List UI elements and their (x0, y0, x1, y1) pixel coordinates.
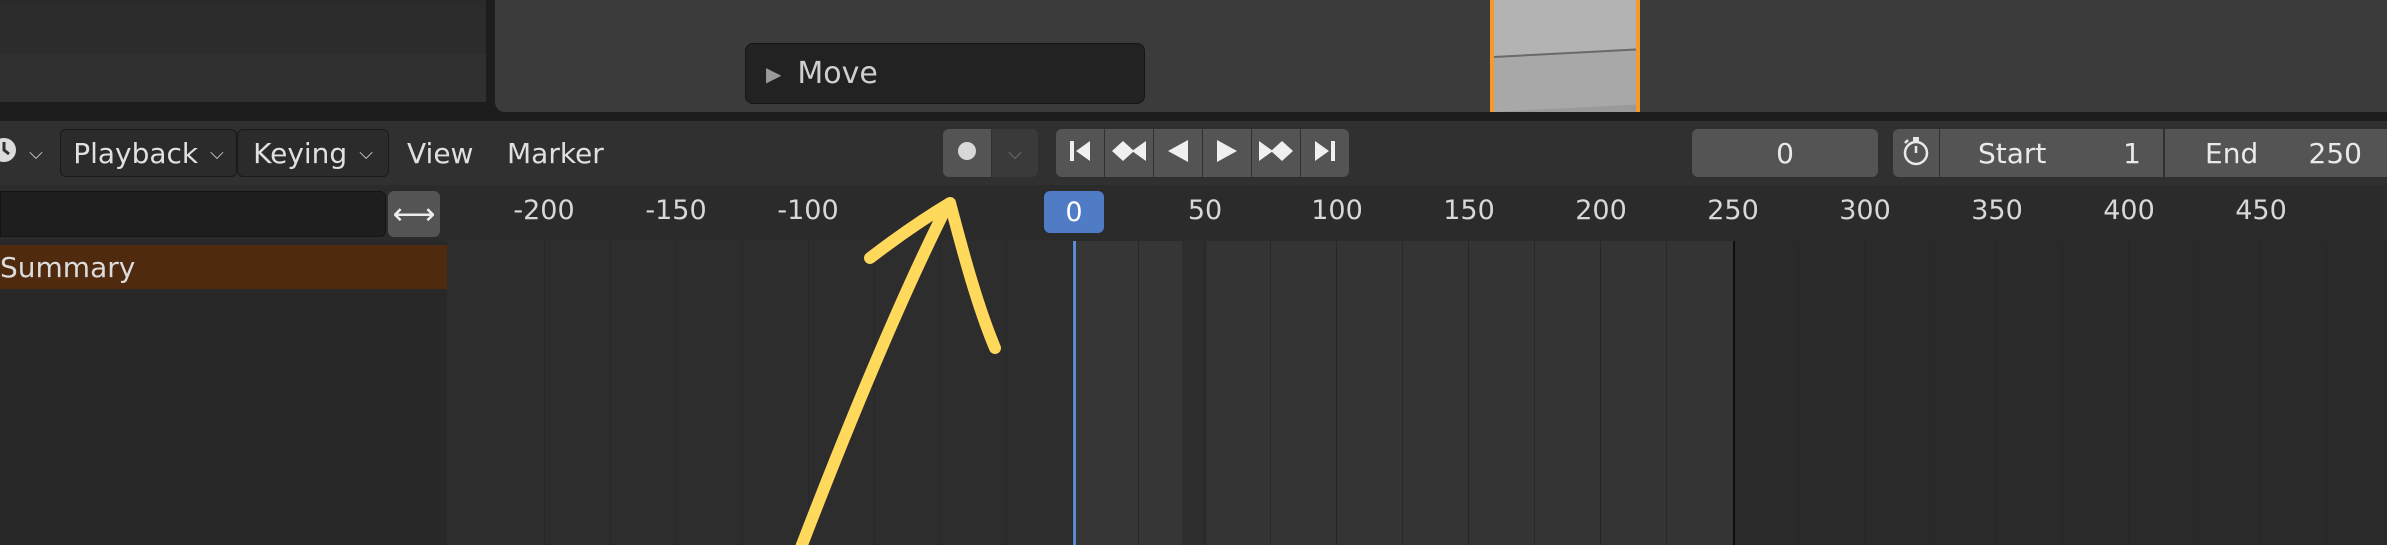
object-face (1494, 48, 1636, 112)
grid-line (1204, 241, 1205, 545)
grid-line (1600, 241, 1601, 545)
chevron-down-icon: ⌵ (359, 142, 373, 164)
editor-type-selector[interactable]: ⌵ (0, 129, 46, 177)
timeline-header: ⌵ Playback ⌵ Keying ⌵ View Marker ⌵ 0 St… (0, 121, 2387, 185)
grid-line (1270, 241, 1271, 545)
ruler-tick: 300 (1839, 195, 1891, 226)
jump-to-end-button[interactable] (1301, 129, 1349, 177)
play-icon (1213, 137, 1241, 169)
ruler-tick: -100 (777, 195, 839, 226)
preview-range-toggle[interactable] (1893, 129, 1939, 177)
grid-line (1468, 241, 1469, 545)
grid-line (1666, 241, 1667, 545)
record-icon (956, 140, 978, 166)
out-of-range-region (1733, 241, 2387, 545)
current-frame-indicator[interactable]: 0 (1044, 191, 1104, 233)
disclosure-triangle-icon[interactable]: ▶ (766, 62, 781, 86)
current-frame-field[interactable]: 0 (1692, 129, 1878, 177)
grid-line (1930, 241, 1931, 545)
play-reverse-button[interactable] (1154, 129, 1202, 177)
play-reverse-icon (1164, 137, 1192, 169)
end-frame-line (1733, 241, 1735, 545)
grid-line (610, 241, 611, 545)
selected-object[interactable] (1490, 0, 1640, 112)
grid-line (1996, 241, 1997, 545)
menu-keying[interactable]: Keying ⌵ (237, 129, 389, 177)
prev-keyframe-button[interactable] (1105, 129, 1153, 177)
chevron-down-icon: ⌵ (29, 142, 43, 164)
ruler-tick: 150 (1443, 195, 1495, 226)
grid-line (2062, 241, 2063, 545)
grid-line (1138, 241, 1139, 545)
ruler-tick: -150 (645, 195, 707, 226)
prev-keyframe-icon (1110, 137, 1148, 169)
menu-playback[interactable]: Playback ⌵ (60, 129, 237, 177)
end-frame-field[interactable]: End 250 (2165, 129, 2387, 177)
summary-label: Summary (0, 250, 136, 284)
menu-keying-label: Keying (253, 136, 348, 170)
grid-line (544, 241, 545, 545)
grid-line (2326, 241, 2327, 545)
play-button[interactable] (1203, 129, 1251, 177)
grid-line (1336, 241, 1337, 545)
summary-channel[interactable]: Summary (0, 245, 447, 289)
end-frame-value: 250 (2308, 136, 2362, 170)
end-frame-label: End (2205, 136, 2259, 170)
next-keyframe-icon (1257, 137, 1295, 169)
left-panel (0, 0, 486, 102)
menu-playback-label: Playback (73, 136, 199, 170)
channel-list: Summary (0, 241, 447, 545)
dopesheet-area[interactable] (447, 241, 2387, 545)
grid-line (1798, 241, 1799, 545)
jump-to-end-icon (1311, 137, 1339, 169)
grid-line (2194, 241, 2195, 545)
chevron-down-icon: ⌵ (1008, 142, 1022, 164)
grid-line (2128, 241, 2129, 545)
keying-options-button[interactable]: ⌵ (992, 129, 1038, 177)
operator-panel-label: Move (797, 56, 878, 91)
panel-row (0, 54, 486, 102)
menu-marker[interactable]: Marker (507, 129, 604, 177)
ruler-tick: 400 (2103, 195, 2155, 226)
ruler-tick: 450 (2235, 195, 2287, 226)
ruler-tick: 100 (1311, 195, 1363, 226)
grid-line (2260, 241, 2261, 545)
record-button[interactable] (943, 129, 991, 177)
jump-to-start-button[interactable] (1056, 129, 1104, 177)
playhead[interactable] (1073, 241, 1076, 545)
chevron-down-icon: ⌵ (210, 142, 224, 164)
grid-line (940, 241, 941, 545)
ruler-tick: 200 (1575, 195, 1627, 226)
start-frame-field[interactable]: Start 1 (1940, 129, 2163, 177)
channel-search-input[interactable] (0, 191, 386, 237)
next-keyframe-button[interactable] (1252, 129, 1300, 177)
operator-panel-move[interactable]: ▶ Move (745, 43, 1145, 104)
start-frame-value: 1 (2123, 136, 2141, 170)
swap-arrows-icon: ⟷ (392, 196, 436, 232)
stopwatch-icon (1900, 135, 1932, 171)
frame-range-band (1075, 241, 1182, 545)
menu-view[interactable]: View (407, 129, 473, 177)
grid-line (1864, 241, 1865, 545)
grid-line (1534, 241, 1535, 545)
ruler-tick: -200 (513, 195, 575, 226)
grid-line (742, 241, 743, 545)
grid-line (808, 241, 809, 545)
clock-icon (0, 137, 17, 170)
jump-to-start-icon (1066, 137, 1094, 169)
grid-line (874, 241, 875, 545)
grid-line (1006, 241, 1007, 545)
grid-line (1402, 241, 1403, 545)
ruler-tick: 250 (1707, 195, 1759, 226)
grid-line (676, 241, 677, 545)
panel-row (0, 6, 486, 54)
ruler-tick: 50 (1187, 195, 1223, 226)
top-editor-area: ▶ Move (0, 0, 2387, 116)
start-frame-label: Start (1978, 136, 2047, 170)
object-face (1494, 0, 1636, 56)
ruler-tick: 350 (1971, 195, 2023, 226)
swap-button[interactable]: ⟷ (388, 191, 440, 237)
frame-ruler[interactable]: ⟷ -200 -150 -100 0 50 100 150 200 250 30… (0, 185, 2387, 241)
